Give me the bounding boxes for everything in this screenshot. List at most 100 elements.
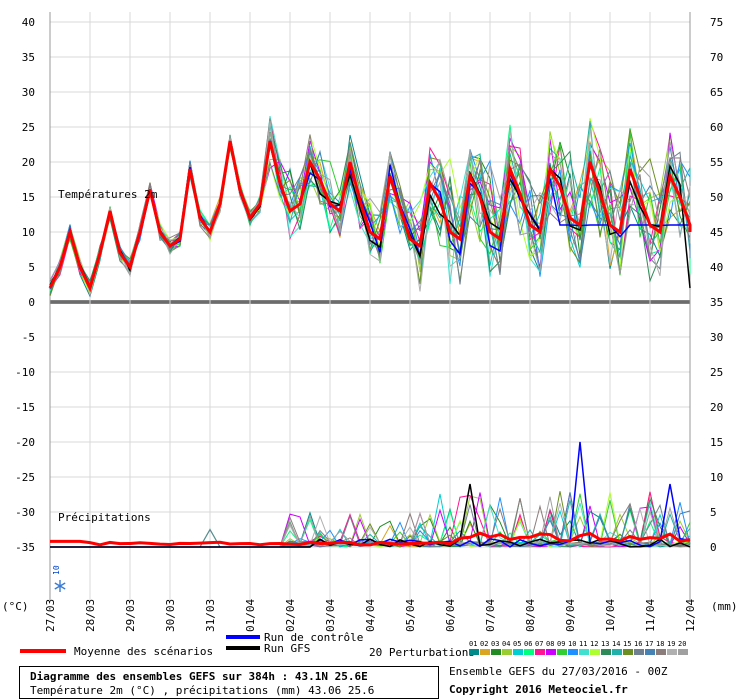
legend-perturbation-swatch	[502, 649, 512, 655]
snow-probability: 10%	[52, 560, 68, 595]
left-tick-label: -30	[15, 506, 35, 519]
run-info: Ensemble GEFS du 27/03/2016 - 00Z	[449, 665, 668, 678]
date-tick-label: 31/03	[204, 599, 217, 632]
left-tick-label: 40	[22, 16, 35, 29]
date-tick-label: 01/04	[244, 599, 257, 632]
right-tick-label: 45	[710, 226, 723, 239]
legend-perturbation-swatch	[568, 649, 578, 655]
right-tick-label: 20	[710, 401, 723, 414]
legend-perturbation-swatch	[480, 649, 490, 655]
right-tick-label: 70	[710, 51, 723, 64]
date-tick-label: 11/04	[644, 599, 657, 632]
left-tick-label: 30	[22, 86, 35, 99]
legend-perturbation-number: 16	[634, 640, 642, 648]
left-tick-label: -25	[15, 471, 35, 484]
legend-perturbation-swatch	[491, 649, 501, 655]
legend-perturbation-number: 07	[535, 640, 543, 648]
right-tick-label: 50	[710, 191, 723, 204]
legend-perturbation-number: 01	[469, 640, 477, 648]
info-box: Diagramme des ensembles GEFS sur 384h : …	[19, 666, 439, 699]
legend-perturbation-number: 12	[590, 640, 598, 648]
legend-perturbation-swatch	[623, 649, 633, 655]
chart-subtitle: Température 2m (°C) , précipitations (mm…	[30, 684, 375, 697]
legend-perturbation-number: 05	[513, 640, 521, 648]
right-tick-label: 55	[710, 156, 723, 169]
date-tick-label: 06/04	[444, 599, 457, 632]
legend-perturbation-swatch	[469, 649, 479, 655]
right-tick-label: 10	[710, 471, 723, 484]
right-axis: 757065605550454035302520151050	[710, 16, 723, 554]
legend-perturbation-swatch	[513, 649, 523, 655]
legend-mean-label: Moyenne des scénarios	[74, 645, 213, 658]
left-tick-label: -15	[15, 401, 35, 414]
legend-perturbation-swatch	[634, 649, 644, 655]
right-tick-label: 35	[710, 296, 723, 309]
legend-perturbation-number: 03	[491, 640, 499, 648]
date-tick-label: 04/04	[364, 599, 377, 632]
date-tick-label: 02/04	[284, 599, 297, 632]
snow-percent-text: 10%	[52, 565, 61, 575]
legend-perturbation-number: 19	[667, 640, 675, 648]
left-tick-label: 25	[22, 121, 35, 134]
legend-perturbation-number: 10	[568, 640, 576, 648]
left-tick-label: -10	[15, 366, 35, 379]
left-axis: 40 35 30 25 20 15 10 5 0 -5 -10 -15 -20 -25 -30 -35	[15, 16, 35, 554]
right-tick-label: 60	[710, 121, 723, 134]
legend-perturbation-swatch	[645, 649, 655, 655]
date-tick-label: 28/03	[84, 599, 97, 632]
legend-gfs-label: Run GFS	[264, 642, 310, 655]
precipitation-label: Précipitations	[58, 511, 151, 524]
legend-perturbation-number: 14	[612, 640, 620, 648]
date-tick-label: 08/04	[524, 599, 537, 632]
left-tick-label: 5	[28, 261, 35, 274]
date-tick-label: 10/04	[604, 599, 617, 632]
date-tick-label: 03/04	[324, 599, 337, 632]
left-tick-label: 15	[22, 191, 35, 204]
snowflake-icon	[54, 580, 66, 592]
ensemble-chart: 4035302520151050-5-10-15-20-25-30-35 757…	[2, 12, 738, 659]
left-tick-label: 20	[22, 156, 35, 169]
date-tick-label: 12/04	[684, 599, 697, 632]
right-tick-label: 65	[710, 86, 723, 99]
copyright: Copyright 2016 Meteociel.fr	[449, 683, 628, 696]
right-tick-label: 30	[710, 331, 723, 344]
legend: Moyenne des scénariosRun de contrôleRun …	[20, 631, 688, 659]
left-tick-label: 0	[28, 296, 35, 309]
legend-perturbations-label: 20 Perturbations	[369, 646, 475, 659]
legend-perturbation-swatch	[557, 649, 567, 655]
date-tick-label: 29/03	[124, 599, 137, 632]
date-tick-label: 09/04	[564, 599, 577, 632]
left-tick-label: -5	[22, 331, 35, 344]
left-tick-label: -20	[15, 436, 35, 449]
date-tick-label: 30/03	[164, 599, 177, 632]
legend-perturbation-swatch	[535, 649, 545, 655]
legend-perturbation-swatch	[524, 649, 534, 655]
legend-perturbation-swatch	[612, 649, 622, 655]
legend-perturbation-swatch	[667, 649, 677, 655]
legend-perturbation-number: 17	[645, 640, 653, 648]
legend-perturbation-number: 18	[656, 640, 664, 648]
date-tick-label: 27/03	[44, 599, 57, 632]
left-unit-label: (°C)	[2, 600, 29, 613]
legend-perturbation-swatch	[601, 649, 611, 655]
legend-perturbation-number: 09	[557, 640, 565, 648]
legend-perturbation-number: 06	[524, 640, 532, 648]
legend-perturbation-number: 04	[502, 640, 510, 648]
date-tick-label: 07/04	[484, 599, 497, 632]
right-tick-label: 75	[710, 16, 723, 29]
x-axis: 27/03 28/03 29/03 30/03 31/03 01/04 02/04 03/04…	[44, 599, 697, 632]
legend-perturbation-number: 11	[579, 640, 587, 648]
legend-perturbation-swatch	[579, 649, 589, 655]
temperature-label: Températures 2m	[58, 188, 158, 201]
legend-perturbation-swatch	[546, 649, 556, 655]
right-tick-label: 40	[710, 261, 723, 274]
right-unit-label: (mm)	[711, 600, 738, 613]
left-tick-label: 35	[22, 51, 35, 64]
legend-perturbation-number: 20	[678, 640, 686, 648]
legend-perturbation-number: 08	[546, 640, 554, 648]
right-tick-label: 15	[710, 436, 723, 449]
legend-perturbation-number: 13	[601, 640, 609, 648]
right-tick-label: 25	[710, 366, 723, 379]
right-tick-label: 5	[710, 506, 717, 519]
right-tick-label: 0	[710, 541, 717, 554]
